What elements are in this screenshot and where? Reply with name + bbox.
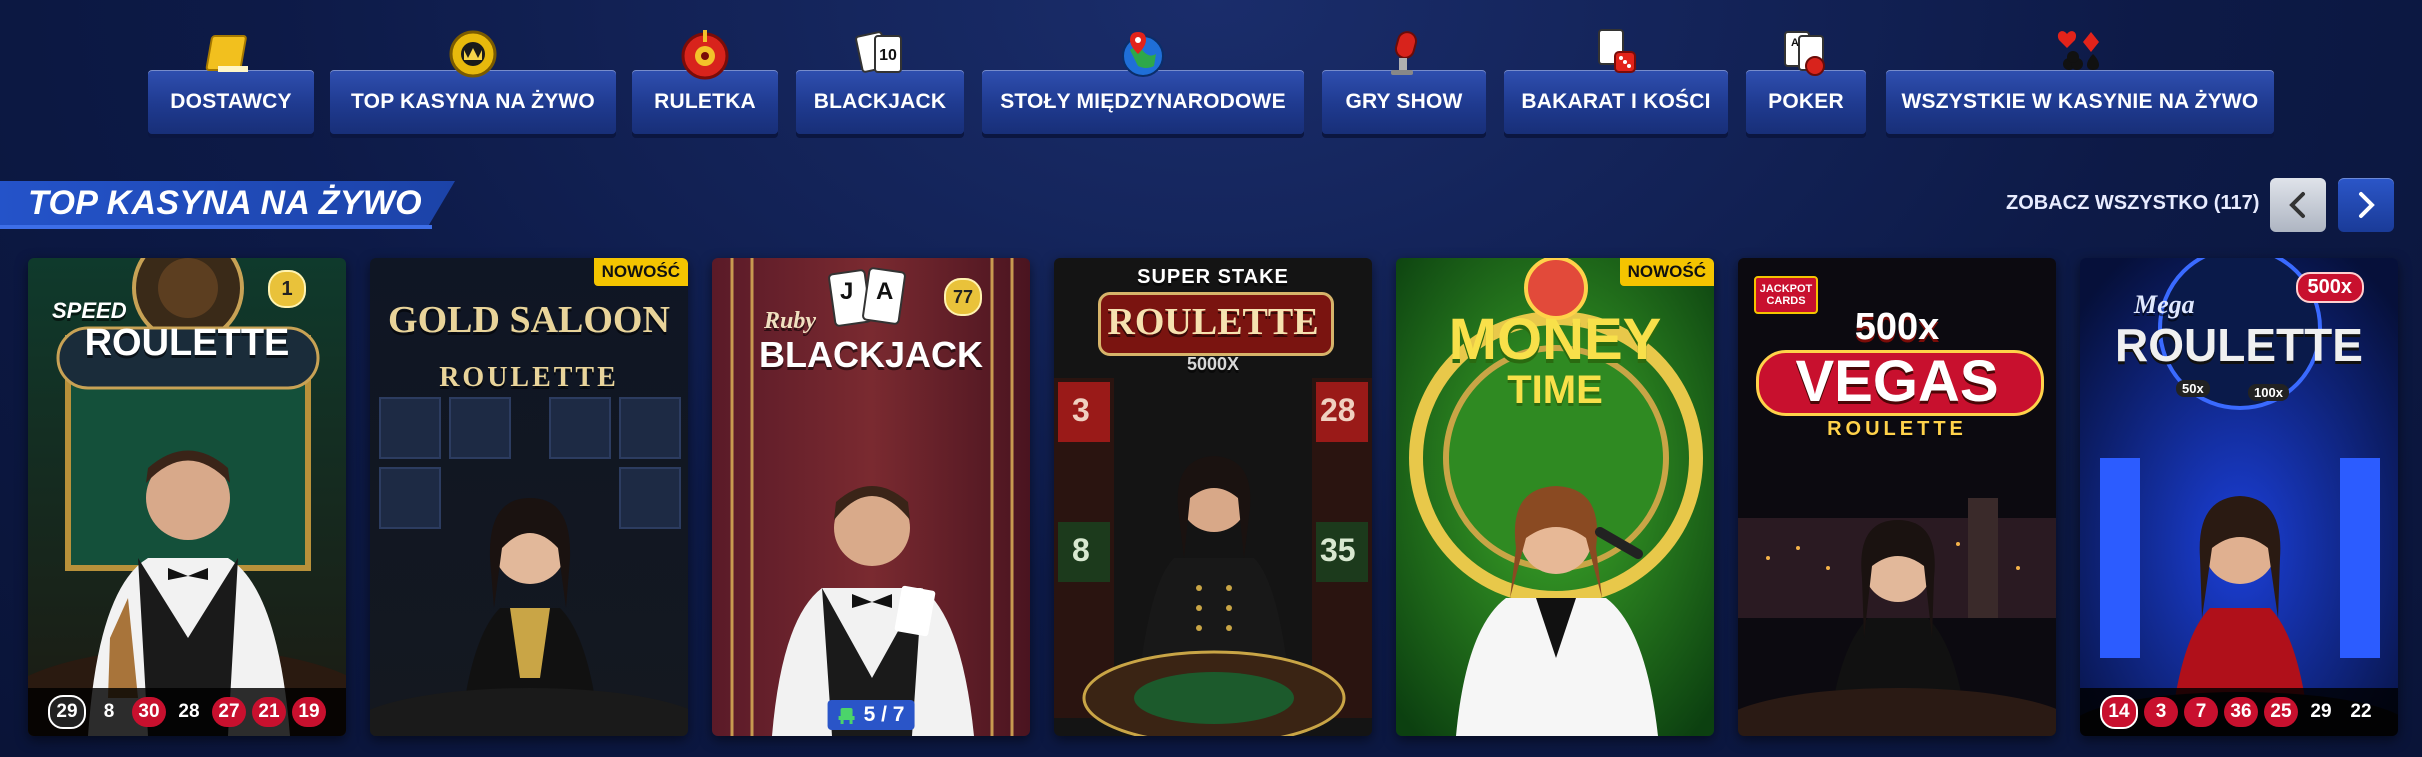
result-number: 21 bbox=[252, 697, 286, 727]
see-all-link[interactable]: ZOBACZ WSZYSTKO (117) bbox=[2006, 192, 2259, 215]
tile-logo-main: ROULETTE bbox=[84, 322, 290, 364]
playing-cards-icon: 10 bbox=[853, 26, 907, 80]
result-number: 36 bbox=[2224, 697, 2258, 727]
nav-item-international-tables[interactable]: STOŁY MIĘDZYNARODOWE bbox=[982, 32, 1304, 134]
tile-logo-top: 500x bbox=[1854, 306, 1940, 348]
rank-badge: 77 bbox=[944, 278, 982, 316]
card-label-a: A bbox=[876, 278, 894, 305]
nav-item-label: WSZYSTKIE W KASYNIE NA ŻYWO bbox=[1901, 90, 2259, 113]
tile-logo-small: SPEED bbox=[52, 298, 127, 323]
result-number: 30 bbox=[132, 697, 166, 727]
seats-indicator: 5 / 7 bbox=[827, 700, 915, 730]
nav-item-label: DOSTAWCY bbox=[170, 90, 292, 113]
results-bar: 29 8 30 28 27 21 19 bbox=[28, 688, 346, 736]
game-tile-super-stake-roulette[interactable]: SUPER STAKE ROULETTE 5000X 3 28 8 35 bbox=[1054, 258, 1372, 736]
multiplier-chip-value: 50x bbox=[2182, 381, 2204, 396]
result-number: 25 bbox=[2264, 697, 2298, 727]
poker-cards-icon: A bbox=[1779, 26, 1833, 80]
svg-text:A: A bbox=[1791, 37, 1799, 49]
tile-logo-sub: ROULETTE bbox=[439, 362, 619, 393]
nav-item-label: POKER bbox=[1768, 90, 1844, 113]
crown-chip-icon bbox=[446, 26, 500, 80]
multiplier-badge: 500x bbox=[2295, 272, 2364, 303]
tile-logo-small: Ruby bbox=[764, 308, 817, 334]
rank-number: 77 bbox=[952, 286, 974, 307]
result-number: 7 bbox=[2184, 697, 2218, 727]
result-number: 28 bbox=[178, 701, 200, 722]
game-tile-mega-roulette[interactable]: Mega ROULETTE 500x 50x 100x 14 3 7 36 25 29 22 bbox=[2080, 258, 2398, 736]
globe-icon bbox=[1116, 26, 1170, 80]
multiplier-chip-value: 100x bbox=[2254, 385, 2283, 400]
tile-logo-main: GOLD SALOON bbox=[388, 299, 670, 341]
table-number: 35 bbox=[1320, 532, 1356, 568]
multiplier-value: 500x bbox=[2307, 276, 2353, 298]
book-icon bbox=[204, 26, 258, 80]
game-tile-vegas-roulette[interactable]: JACKPOT CARDS 500x VEGAS ROULETTE bbox=[1738, 258, 2056, 736]
result-number: 8 bbox=[103, 701, 115, 722]
results-bar: 14 3 7 36 25 29 22 bbox=[2080, 688, 2398, 736]
nav-item-roulette[interactable]: RULETKA bbox=[632, 30, 778, 134]
jackpot-cards-label: JACKPOT CARDS bbox=[1759, 283, 1813, 307]
prev-button[interactable] bbox=[2270, 178, 2326, 232]
category-nav: DOSTAWCY TOP KASYNA NA ŻYWO RULETKA 10 B… bbox=[0, 0, 2422, 140]
svg-text:10: 10 bbox=[879, 47, 897, 64]
section-title: TOP KASYNA NA ŻYWO bbox=[28, 184, 422, 222]
table-number: 28 bbox=[1320, 392, 1356, 428]
result-number: 29 bbox=[2310, 701, 2332, 722]
cards-dice-icon bbox=[1589, 26, 1643, 80]
tile-logo-small: SUPER STAKE bbox=[1137, 266, 1289, 288]
rank-badge: 1 bbox=[268, 270, 306, 308]
result-number: 27 bbox=[212, 697, 246, 727]
card-label-j: J bbox=[840, 278, 854, 305]
tile-logo-sub: ROULETTE bbox=[1827, 418, 1967, 440]
nav-item-label: TOP KASYNA NA ŻYWO bbox=[351, 90, 595, 113]
rank-number: 1 bbox=[281, 277, 293, 300]
next-button[interactable] bbox=[2338, 178, 2394, 232]
tile-logo-sub: 5000X bbox=[1186, 354, 1240, 374]
tile-logo-main: BLACKJACK bbox=[759, 334, 983, 375]
table-number: 8 bbox=[1072, 532, 1090, 568]
nav-item-label: GRY SHOW bbox=[1345, 90, 1463, 113]
seats-count: 5 / 7 bbox=[863, 703, 905, 726]
tile-logo-main: VEGAS bbox=[1795, 349, 1999, 414]
tile-logo-sub: TIME bbox=[1507, 368, 1603, 412]
nav-item-blackjack[interactable]: 10 BLACKJACK bbox=[796, 31, 964, 134]
result-number: 29 bbox=[48, 695, 86, 729]
nav-item-label: RULETKA bbox=[654, 90, 756, 113]
nav-item-label: BAKARAT I KOŚCI bbox=[1521, 90, 1711, 113]
cards-icon bbox=[828, 267, 906, 327]
game-tile-money-time[interactable]: MONEY TIME NOWOŚĆ bbox=[1396, 258, 1714, 736]
card-suits-icon bbox=[2053, 26, 2107, 80]
new-badge: NOWOŚĆ bbox=[593, 258, 688, 286]
nav-item-baccarat-dice[interactable]: BAKARAT I KOŚCI bbox=[1504, 29, 1728, 134]
nav-item-poker[interactable]: A POKER bbox=[1746, 31, 1866, 134]
result-number: 3 bbox=[2144, 697, 2178, 727]
nav-item-top-live-casino[interactable]: TOP KASYNA NA ŻYWO bbox=[330, 30, 616, 134]
game-tile-speed-roulette[interactable]: SPEED ROULETTE 1 29 8 30 28 27 21 19 bbox=[28, 258, 346, 736]
chevron-right-icon bbox=[2359, 192, 2375, 218]
microphone-icon bbox=[1377, 26, 1431, 80]
result-number: 14 bbox=[2100, 695, 2138, 729]
nav-item-providers[interactable]: DOSTAWCY bbox=[148, 35, 314, 134]
nav-item-all-live-casino[interactable]: WSZYSTKIE W KASYNIE NA ŻYWO bbox=[1886, 31, 2274, 134]
multiplier-chip: 100x bbox=[2248, 384, 2289, 401]
game-tile-gold-saloon-roulette[interactable]: GOLD SALOON ROULETTE NOWOŚĆ bbox=[370, 258, 688, 736]
section-banner-edge bbox=[0, 225, 432, 229]
tile-logo-main: ROULETTE bbox=[1107, 301, 1319, 343]
new-badge: NOWOŚĆ bbox=[1619, 258, 1714, 286]
nav-item-label: STOŁY MIĘDZYNARODOWE bbox=[1000, 90, 1286, 113]
tile-logo-main: MONEY bbox=[1448, 307, 1662, 372]
chevron-left-icon bbox=[2289, 192, 2305, 218]
tile-logo-main: ROULETTE bbox=[2115, 319, 2363, 371]
result-number: 22 bbox=[2350, 701, 2372, 722]
result-number: 19 bbox=[292, 697, 326, 727]
game-tile-ruby-blackjack[interactable]: J A Ruby BLACKJACK 77 5 / 7 bbox=[712, 258, 1030, 736]
table-number: 3 bbox=[1072, 392, 1090, 428]
multiplier-chip: 50x bbox=[2176, 380, 2210, 397]
nav-item-game-shows[interactable]: GRY SHOW bbox=[1322, 31, 1486, 134]
tile-logo-small: Mega bbox=[2134, 290, 2195, 319]
seat-icon bbox=[838, 708, 855, 724]
roulette-wheel-icon bbox=[678, 26, 732, 80]
nav-item-label: BLACKJACK bbox=[813, 90, 947, 113]
